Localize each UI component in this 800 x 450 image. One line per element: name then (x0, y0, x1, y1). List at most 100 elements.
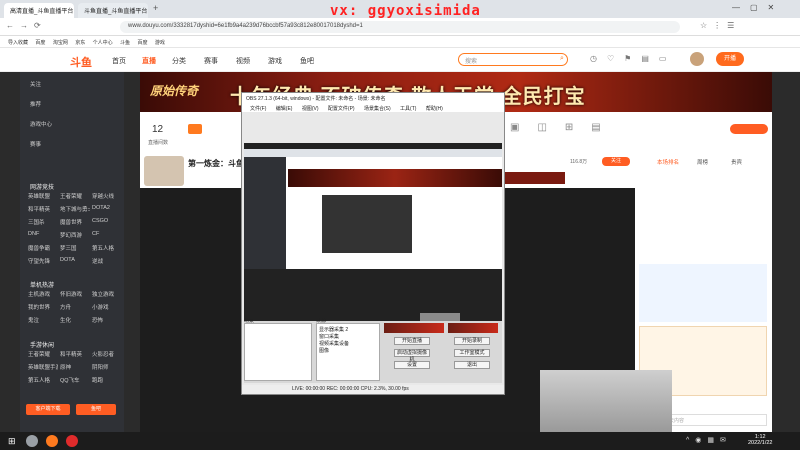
obs-menu-item[interactable]: 场景集合(S) (364, 105, 391, 112)
chat-tab-vip[interactable]: 贵宾 (731, 158, 742, 166)
sidebar-category-item[interactable]: 小游戏 (92, 303, 122, 311)
promo-badge[interactable] (505, 172, 565, 184)
nav-game[interactable]: 游戏 (268, 56, 282, 66)
exit-button[interactable]: 退出 (454, 361, 490, 369)
sidebar-item-events[interactable]: 赛事 (30, 140, 41, 148)
bookmark-item[interactable]: 导入收藏 (8, 39, 28, 46)
site-logo[interactable]: 斗鱼 (70, 54, 92, 70)
sidebar-category-item[interactable]: 阴阳师 (92, 363, 122, 371)
sidebar-category-item[interactable]: CSGO (92, 218, 122, 224)
toolbar-icons[interactable]: ☆⋮☰ (700, 21, 740, 30)
sources-list[interactable]: 显示器采集 2 窗口采集 视频采集设备 图像 (316, 323, 380, 381)
sidebar-category-item[interactable]: 王者荣耀 (60, 192, 90, 200)
start-streaming-button[interactable]: 开始直播 (394, 337, 430, 345)
start-recording-button[interactable]: 开始录制 (454, 337, 490, 345)
sidebar-category-item[interactable]: 怀旧游戏 (60, 290, 90, 298)
download-client-button[interactable]: 客户端下载 (26, 404, 70, 415)
nav-video[interactable]: 视频 (236, 56, 250, 66)
sidebar-category-item[interactable]: 方舟 (60, 303, 90, 311)
streamer-avatar[interactable] (144, 156, 184, 186)
bookmark-item[interactable]: 百度 (137, 39, 147, 46)
stats-icons[interactable]: ▣◫⊞▤ (510, 122, 619, 133)
sidebar-category-item[interactable]: 地下城与勇士 (60, 205, 90, 213)
sidebar-category-item[interactable]: DNF (28, 231, 58, 237)
settings-button[interactable]: 设置 (394, 361, 430, 369)
chat-tab-rank[interactable]: 本场排名 (657, 158, 679, 166)
follow-button[interactable]: 关注 (602, 157, 630, 166)
bookmark-item[interactable]: 淘宝网 (53, 39, 68, 46)
taskbar-app-icon[interactable] (66, 435, 78, 447)
sidebar-category-item[interactable]: 穿越火线 (92, 192, 122, 200)
sidebar-category-item[interactable]: QQ飞车 (60, 376, 90, 384)
source-item[interactable]: 视频采集设备 (319, 340, 377, 347)
sidebar-category-item[interactable]: 三国杀 (28, 218, 58, 226)
taskbar-app-icon[interactable] (26, 435, 38, 447)
nav-category[interactable]: 分类 (172, 56, 186, 66)
nav-home[interactable]: 首页 (112, 56, 126, 66)
sidebar-category-item[interactable]: 魔兽世界 (60, 218, 90, 226)
header-icons[interactable]: ◷♡⚑▤▭ (590, 54, 676, 63)
sidebar-category-item[interactable]: 逆战 (92, 257, 122, 265)
pc-badge[interactable] (730, 124, 768, 134)
bookmark-item[interactable]: 京东 (75, 39, 85, 46)
yuba-button[interactable]: 鱼吧 (76, 404, 116, 415)
obs-menu-item[interactable]: 帮助(H) (426, 105, 443, 112)
sidebar-category-item[interactable]: 我的世界 (28, 303, 58, 311)
nav-yuba[interactable]: 鱼吧 (300, 56, 314, 66)
start-icon[interactable]: ⊞ (8, 436, 16, 447)
sidebar-category-item[interactable]: 恐怖 (92, 316, 122, 324)
new-tab-icon[interactable]: + (153, 3, 158, 13)
firefox-icon[interactable] (46, 435, 58, 447)
sidebar-category-item[interactable]: 鬼泣 (28, 316, 58, 324)
bookmark-item[interactable]: 游戏 (155, 39, 165, 46)
tab-1[interactable]: 高清直播_斗鱼直播平台 (4, 3, 74, 18)
search-input[interactable]: 搜索 (458, 53, 568, 66)
sidebar-category-item[interactable]: DOTA2 (92, 205, 122, 211)
sidebar-category-item[interactable]: 原神 (60, 363, 90, 371)
obs-menu-item[interactable]: 编辑(E) (276, 105, 293, 112)
sidebar-category-item[interactable]: 英雄联盟手游 (28, 363, 58, 371)
obs-menu-item[interactable]: 视图(V) (302, 105, 319, 112)
sidebar-category-item[interactable]: 梦三国 (60, 244, 90, 252)
sidebar-category-item[interactable]: 和平精英 (28, 205, 58, 213)
source-item[interactable]: 显示器采集 2 (319, 326, 377, 333)
sidebar-category-item[interactable]: 和平精英 (60, 350, 90, 358)
bookmark-item[interactable]: 个人中心 (93, 39, 113, 46)
virtual-camera-button[interactable]: 启动虚拟摄像机 (394, 349, 430, 363)
tray-icons[interactable]: ^◉▦✉ (686, 436, 732, 444)
sidebar-category-item[interactable]: 跑跑 (92, 376, 122, 384)
sidebar-category-item[interactable]: 英雄联盟 (28, 192, 58, 200)
sidebar-item-follow[interactable]: 关注 (30, 80, 41, 88)
source-item[interactable]: 窗口采集 (319, 333, 377, 340)
sidebar-category-item[interactable]: 生化 (60, 316, 90, 324)
search-icon[interactable]: ⌕ (560, 55, 564, 63)
nav-arrows-icon[interactable]: ←→⟳ (6, 21, 47, 30)
bookmark-item[interactable]: 百度 (35, 39, 45, 46)
sidebar-category-item[interactable]: CF (92, 231, 122, 237)
open-stream-button[interactable]: 开播 (716, 52, 744, 66)
chat-tab-week[interactable]: 周榜 (697, 158, 708, 166)
sidebar-category-item[interactable]: 火影忍者 (92, 350, 122, 358)
sidebar-category-item[interactable]: 主机游戏 (28, 290, 58, 298)
tab-2[interactable]: 斗鱼直播_斗鱼直播平台 (78, 3, 148, 18)
bookmark-item[interactable]: 斗鱼 (120, 39, 130, 46)
sidebar-item-gamecenter[interactable]: 游戏中心 (30, 120, 52, 128)
sidebar-category-item[interactable]: 梦幻西游 (60, 231, 90, 239)
url-input[interactable]: www.douyu.com/3332817dyshid=6e1fb9a4a239… (120, 21, 680, 33)
nav-events[interactable]: 赛事 (204, 56, 218, 66)
nav-live[interactable]: 直播 (142, 56, 156, 66)
window-controls[interactable]: —▢✕ (732, 3, 784, 12)
sidebar-category-item[interactable]: 王者荣耀 (28, 350, 58, 358)
studio-mode-button[interactable]: 工作室模式 (454, 349, 490, 357)
sidebar-item-recommend[interactable]: 推荐 (30, 100, 41, 108)
avatar[interactable] (690, 52, 704, 66)
sidebar-category-item[interactable]: 第五人格 (92, 244, 122, 252)
sidebar-category-item[interactable]: DOTA (60, 257, 90, 263)
sidebar-category-item[interactable]: 第五人格 (28, 376, 58, 384)
obs-menu-item[interactable]: 工具(T) (400, 105, 416, 112)
obs-menu-item[interactable]: 文件(F) (250, 105, 266, 112)
sidebar-category-item[interactable]: 魔兽争霸 (28, 244, 58, 252)
clock[interactable]: 1:12 2022/1/22 (748, 434, 772, 446)
obs-window[interactable]: OBS 27.1.3 (64-bit, windows) - 配置文件: 未命名… (241, 92, 505, 395)
scenes-list[interactable] (244, 323, 312, 381)
